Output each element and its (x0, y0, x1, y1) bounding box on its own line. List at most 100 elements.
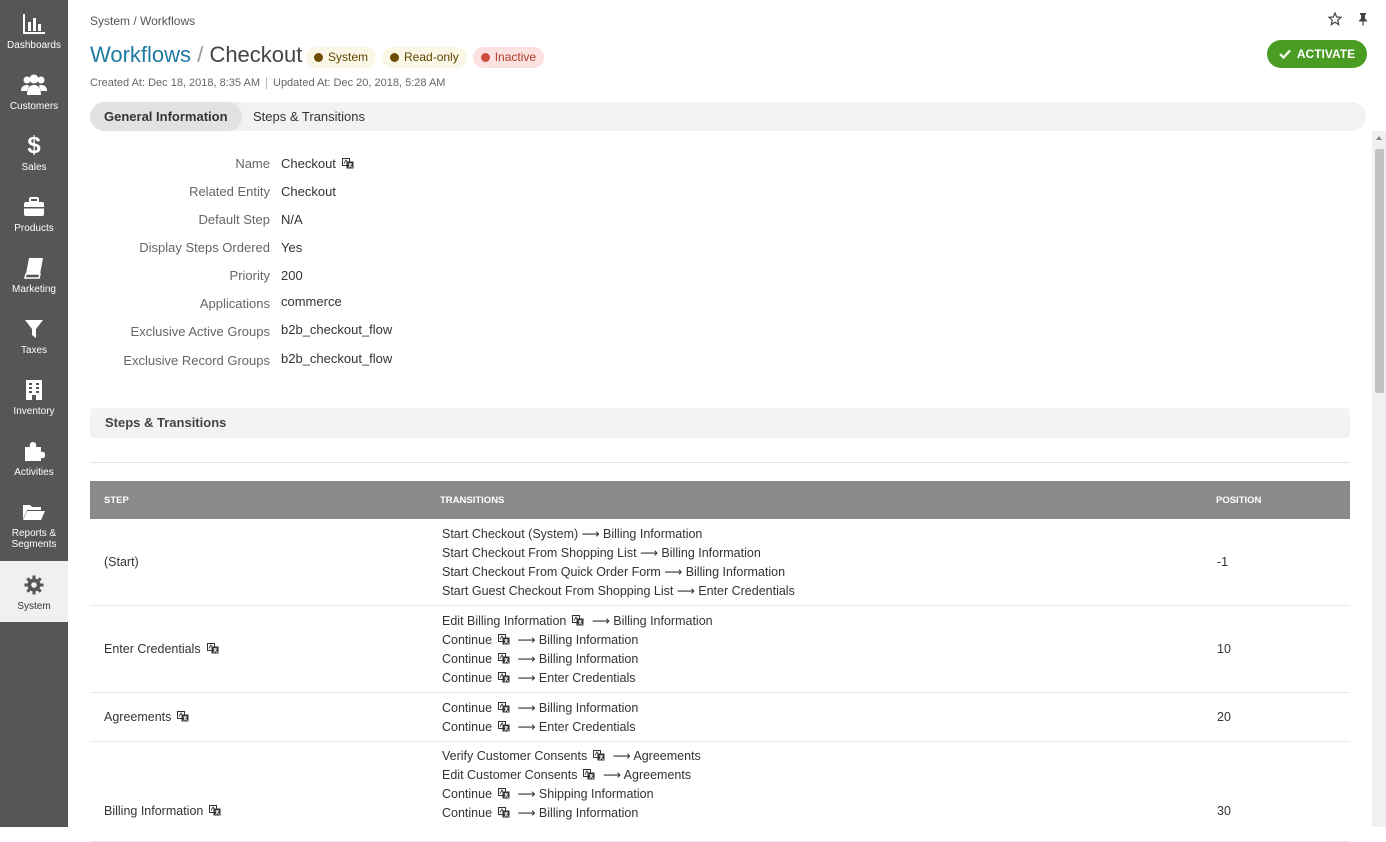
status-badge: Inactive (472, 47, 545, 68)
users-icon (0, 73, 68, 97)
translate-icon[interactable] (341, 157, 354, 169)
arrow-right-icon: ⟶ (609, 749, 634, 763)
arrow-right-icon: ⟶ (673, 584, 699, 598)
transition-item: Verify Customer Consents ⟶ Agreements (442, 747, 701, 766)
transition-name: Start Guest Checkout From Shopping List (442, 584, 674, 598)
transition-target: Billing Information (603, 527, 703, 541)
translate-icon[interactable] (572, 613, 584, 626)
pin-icon[interactable] (1356, 12, 1370, 26)
arrow-right-icon: ⟶ (578, 527, 604, 541)
step-name: Billing Information (104, 804, 221, 818)
nav-label: Marketing (12, 284, 56, 295)
dot-icon (314, 53, 323, 62)
nav-label: System (17, 601, 51, 612)
scrollbar-thumb[interactable] (1375, 149, 1384, 393)
info-row-applications: Applications commerce (90, 294, 690, 316)
info-label: Display Steps Ordered (139, 240, 270, 255)
translate-icon[interactable] (498, 632, 510, 645)
nav-dashboards[interactable]: Dashboards (0, 0, 68, 61)
translate-icon[interactable] (498, 651, 510, 664)
table-row: Billing Information Verify Customer Conse… (90, 742, 1350, 842)
transition-item: Continue ⟶ Billing Information (442, 650, 713, 669)
transitions-list: Verify Customer Consents ⟶ Agreements Edi… (442, 747, 701, 823)
nav-customers[interactable]: Customers (0, 61, 68, 122)
transition-target: Enter Credentials (698, 584, 795, 598)
arrow-right-icon: ⟶ (514, 652, 539, 666)
transition-item: Continue ⟶ Enter Credentials (442, 669, 713, 688)
translate-icon[interactable] (209, 805, 221, 816)
column-header-position[interactable]: POSITION (1216, 495, 1261, 506)
arrow-right-icon: ⟶ (514, 671, 539, 685)
activate-button[interactable]: ACTIVATE (1267, 40, 1367, 68)
dollar-icon: $ (27, 132, 41, 159)
transition-name: Verify Customer Consents (442, 749, 588, 763)
check-icon (1279, 49, 1291, 59)
book-icon (0, 256, 68, 280)
tab-steps-transitions[interactable]: Steps & Transitions (239, 102, 379, 131)
step-position: -1 (1217, 555, 1229, 569)
info-value: b2b_checkout_flow (281, 351, 393, 366)
nav-taxes[interactable]: Taxes (0, 305, 68, 366)
nav-label-line2: Segments (11, 539, 57, 550)
column-header-step[interactable]: STEP (104, 495, 129, 506)
breadcrumb[interactable]: System / Workflows (90, 14, 195, 28)
arrow-right-icon: ⟶ (514, 701, 539, 715)
tab-general-information[interactable]: General Information (90, 102, 242, 131)
column-header-transitions[interactable]: TRANSITIONS (440, 495, 504, 506)
info-label: Exclusive Active Groups (130, 324, 270, 339)
step-label: Agreements (104, 710, 172, 724)
updated-at: Updated At: Dec 20, 2018, 5:28 AM (273, 77, 446, 89)
nav-label: Inventory (13, 406, 55, 417)
info-value: N/A (281, 212, 303, 227)
transition-item: Edit Customer Consents ⟶ Agreements (442, 766, 701, 785)
gear-icon (0, 573, 68, 597)
nav-activities[interactable]: Activities (0, 427, 68, 488)
transition-item: Continue ⟶ Billing Information (442, 804, 701, 823)
created-at: Created At: Dec 18, 2018, 8:35 AM (90, 77, 260, 89)
info-label: Default Step (198, 212, 270, 227)
nav-label: Products (14, 223, 54, 234)
step-label: Billing Information (104, 804, 204, 818)
translate-icon[interactable] (206, 643, 219, 654)
filter-icon (0, 317, 68, 341)
transitions-list: Continue ⟶ Billing Information Continue ⟶… (442, 699, 638, 737)
transition-item: Continue ⟶ Shipping Information (442, 785, 701, 804)
transition-target: Billing Information (538, 701, 639, 715)
transition-item: Start Checkout (System) ⟶ Billing Inform… (442, 525, 795, 544)
transition-target: Enter Credentials (538, 671, 636, 685)
transition-name: Continue (442, 671, 493, 685)
title-separator: / (197, 42, 204, 67)
page-scrollbar[interactable] (1372, 131, 1386, 827)
nav-system[interactable]: System (0, 561, 68, 622)
nav-marketing[interactable]: Marketing (0, 244, 68, 305)
translate-icon[interactable] (498, 805, 510, 818)
transitions-list: Edit Billing Information ⟶ Billing Infor… (442, 612, 713, 688)
bar-chart-icon (0, 12, 68, 36)
nav-reports-segments[interactable]: Reports & Segments (0, 488, 68, 560)
info-row-exclusive-record-groups: Exclusive Record Groups b2b_checkout_flo… (90, 351, 690, 373)
title-link[interactable]: Workflows (90, 42, 191, 67)
nav-label: Reports & Segments (0, 528, 68, 550)
nav-sales[interactable]: $ Sales (0, 122, 68, 183)
translate-icon[interactable] (498, 670, 510, 683)
info-value: Yes (281, 240, 303, 255)
translate-icon[interactable] (498, 786, 510, 799)
translate-icon[interactable] (498, 700, 510, 713)
translate-icon[interactable] (583, 767, 595, 780)
star-icon[interactable] (1327, 11, 1343, 26)
transition-name: Continue (442, 806, 493, 820)
arrow-right-icon: ⟶ (660, 565, 686, 579)
translate-icon[interactable] (177, 711, 189, 722)
activate-label: ACTIVATE (1296, 47, 1356, 61)
step-position: 10 (1217, 642, 1231, 656)
step-label: (Start) (104, 555, 139, 569)
nav-products[interactable]: Products (0, 183, 68, 244)
transition-target: Billing Information (538, 806, 639, 820)
transition-name: Continue (442, 633, 493, 647)
translate-icon[interactable] (498, 719, 510, 732)
translate-icon[interactable] (593, 748, 605, 761)
building-icon (0, 378, 68, 402)
nav-inventory[interactable]: Inventory (0, 366, 68, 427)
status-badge: System (306, 47, 377, 68)
scroll-up-icon[interactable] (1376, 136, 1382, 140)
